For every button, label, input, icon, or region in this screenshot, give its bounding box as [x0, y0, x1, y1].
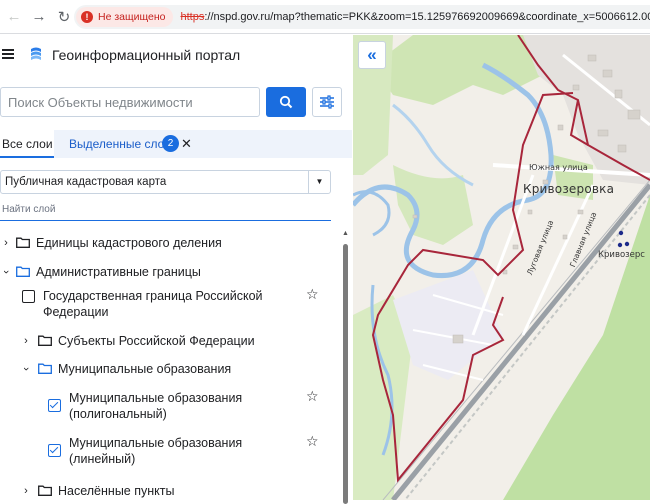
layer-tree: › Единицы кадастрового деления › Админис… [0, 230, 340, 500]
tree-item-municipalities[interactable]: › Муниципальные образования [20, 361, 231, 377]
sliders-icon [319, 95, 335, 109]
clear-selected-close-icon[interactable]: ✕ [181, 130, 192, 158]
folder-open-icon [38, 363, 52, 374]
scroll-up-arrow-icon[interactable]: ▲ [342, 230, 349, 237]
favorite-star-icon[interactable]: ☆ [306, 388, 319, 405]
chevron-right-icon[interactable]: › [20, 333, 32, 349]
map-canvas[interactable]: Кривозеровка Кривозерс Южная улица Лугов… [353, 35, 650, 500]
back-arrow-icon[interactable]: ← [3, 6, 25, 28]
layer-tree-scrollbar[interactable]: ▲ [341, 230, 349, 500]
browser-toolbar: ← → ↻ ! Не защищено https://nspd.gov.ru/… [0, 0, 650, 34]
tree-item-municipalities-polygon[interactable]: Муниципальные образования (полигональный… [48, 390, 242, 422]
tree-item-label-cont: (полигональный) [69, 406, 242, 422]
folder-icon [38, 485, 52, 496]
chevron-right-icon[interactable]: › [20, 483, 32, 499]
app-header: Геоинформационный портал [0, 35, 352, 75]
search-input[interactable] [0, 87, 260, 117]
tree-item-label: Муниципальные образования [58, 361, 231, 377]
reload-icon[interactable]: ↻ [53, 6, 75, 28]
favorite-star-icon[interactable]: ☆ [306, 433, 319, 450]
tree-item-state-border[interactable]: Государственная граница Российской Федер… [22, 288, 263, 320]
url-text[interactable]: https://nspd.gov.ru/map?thematic=PKK&zoo… [181, 11, 650, 23]
search-icon [279, 95, 293, 109]
filter-button[interactable] [312, 87, 342, 117]
portal-logo-icon [28, 46, 44, 62]
tree-item-settlements[interactable]: › Населённые пункты [20, 483, 174, 499]
tree-item-federal-subjects[interactable]: › Субъекты Российской Федерации [20, 333, 255, 349]
security-label: Не защищено [98, 11, 166, 23]
tree-item-label: Субъекты Российской Федерации [58, 333, 255, 349]
layer-search-input[interactable]: Найти слой [0, 203, 331, 221]
tree-item-label: Административные границы [36, 264, 201, 280]
checkbox-checked[interactable] [48, 444, 61, 457]
basemap-select-value: Публичная кадастровая карта [5, 176, 166, 188]
map-label-village: Кривозеровка [523, 182, 614, 196]
search-button[interactable] [266, 87, 306, 117]
scroll-thumb[interactable] [343, 244, 348, 504]
sidebar-panel: Геоинформационный портал Все слои Выделе… [0, 35, 352, 500]
tab-all-layers[interactable]: Все слои [0, 130, 54, 158]
app-title: Геоинформационный портал [52, 47, 240, 63]
collapse-panel-button[interactable]: « [358, 41, 386, 69]
address-bar[interactable]: ! Не защищено https://nspd.gov.ru/map?th… [74, 5, 650, 29]
tab-selected-layers[interactable]: Выделенные слои [69, 130, 171, 158]
tree-item-label: Государственная граница Российской [43, 288, 263, 304]
folder-icon [38, 335, 52, 346]
chevron-down-icon[interactable]: › [18, 363, 34, 375]
folder-open-icon [16, 266, 30, 277]
basemap-select[interactable]: Публичная кадастровая карта ▼ [0, 170, 331, 194]
map-label-village-small: Кривозерс [598, 250, 645, 260]
tree-item-cadastral-units[interactable]: › Единицы кадастрового деления [0, 235, 222, 251]
chevron-down-icon[interactable]: ▼ [308, 171, 330, 193]
checkbox[interactable] [22, 290, 35, 303]
folder-icon [16, 237, 30, 248]
favorite-star-icon[interactable]: ☆ [306, 286, 319, 303]
layer-tabs: Все слои Выделенные слои 2 ✕ [0, 130, 352, 158]
tree-item-label: Единицы кадастрового деления [36, 235, 222, 251]
tree-item-label: Населённые пункты [58, 483, 174, 499]
chevron-down-icon[interactable]: › [0, 266, 14, 278]
checkbox-checked[interactable] [48, 399, 61, 412]
map-label-street-yuzhnaya: Южная улица [529, 163, 588, 172]
tree-item-municipalities-linear[interactable]: Муниципальные образования (линейный) [48, 435, 242, 467]
tree-item-label-cont: Федерации [43, 304, 263, 320]
map-graphics [353, 35, 650, 500]
menu-icon[interactable] [2, 49, 14, 59]
selected-count-badge: 2 [162, 135, 179, 152]
double-chevron-left-icon: « [367, 45, 376, 65]
forward-arrow-icon[interactable]: → [28, 6, 50, 28]
tree-item-admin-borders[interactable]: › Административные границы [0, 264, 201, 280]
chevron-right-icon[interactable]: › [0, 235, 12, 251]
security-warning-chip[interactable]: ! Не защищено [76, 7, 173, 27]
warning-icon: ! [81, 11, 93, 23]
tree-item-label-cont: (линейный) [69, 451, 242, 467]
tree-item-label: Муниципальные образования [69, 435, 242, 451]
search-row [0, 87, 352, 119]
tree-item-label: Муниципальные образования [69, 390, 242, 406]
